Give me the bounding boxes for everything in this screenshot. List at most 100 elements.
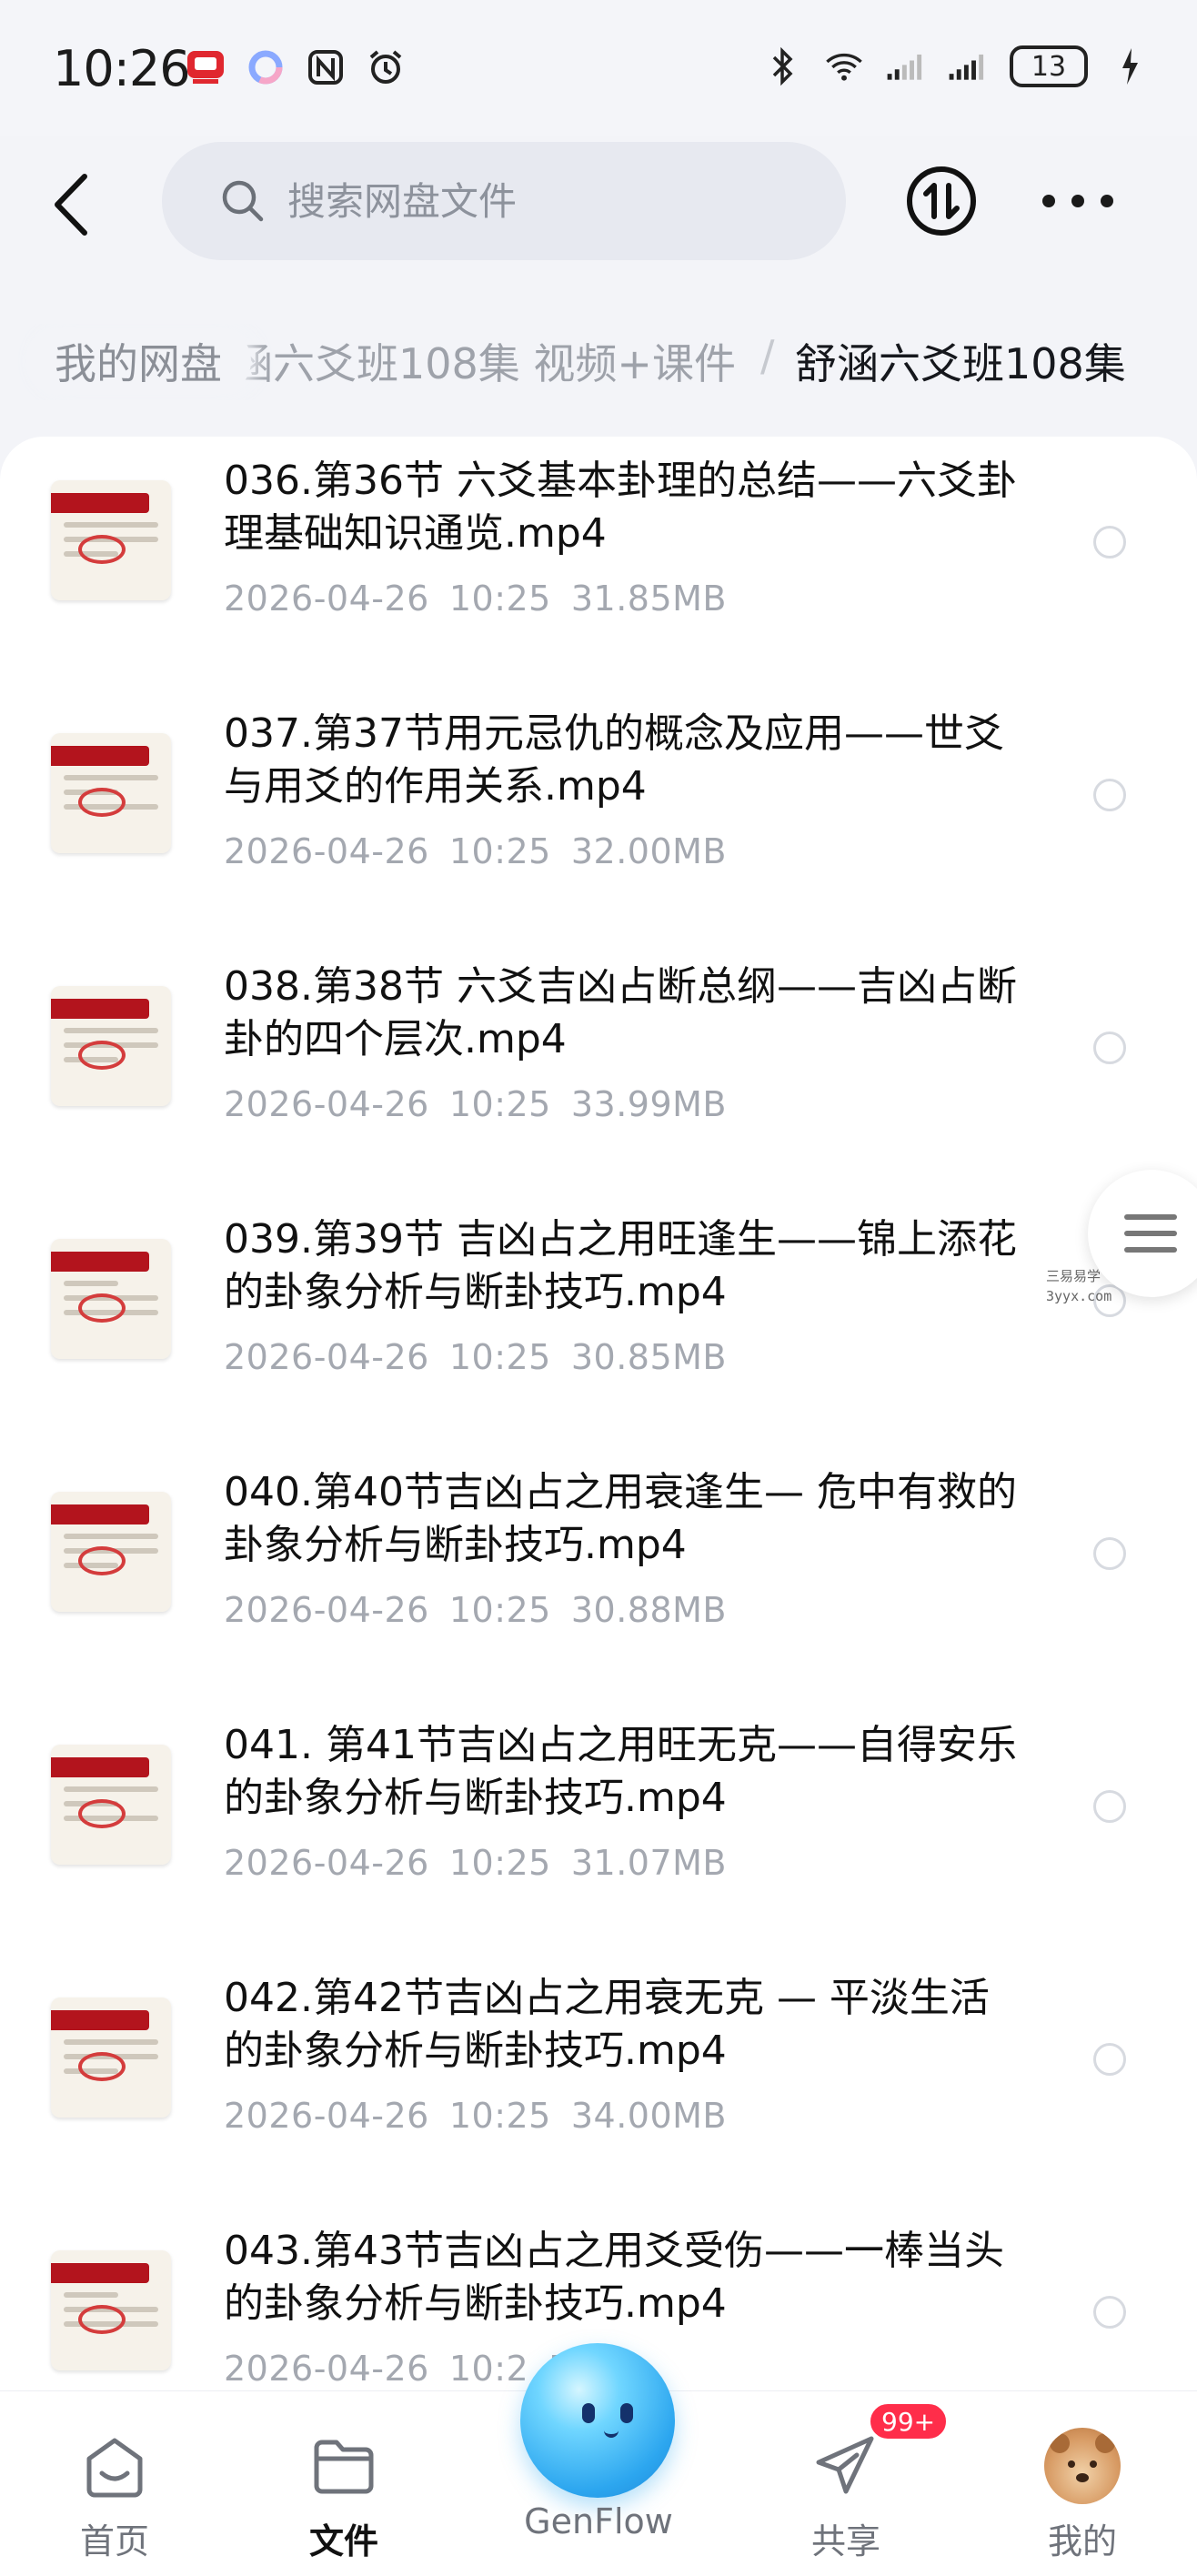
signal-icon (886, 46, 926, 86)
search-icon (222, 180, 264, 222)
select-checkbox[interactable] (1093, 779, 1126, 811)
nav-home[interactable]: 首页 (24, 2428, 206, 2563)
file-time: 10:25 (448, 831, 551, 871)
file-name: 039.第39节 吉凶占之用旺逢生——锦上添花的卦象分析与断卦技巧.mp4 (224, 1216, 1017, 1315)
file-time: 10:25 (448, 2096, 551, 2136)
avatar-icon (1044, 2428, 1121, 2504)
file-row[interactable]: 042.第42节吉凶占之用衰无克 — 平淡生活的卦象分析与断卦技巧.mp4 20… (0, 1954, 1197, 2207)
breadcrumb-root[interactable]: 我的网盘 (25, 327, 251, 395)
video-thumbnail (51, 1492, 171, 1612)
file-size: 34.00MB (570, 2096, 728, 2136)
nav-label: 共享 (810, 2521, 880, 2561)
notification-icons (186, 47, 406, 87)
file-row[interactable]: 036.第36节 六爻基本卦理的总结——六爻卦理基础知识通览.mp4 2026-… (0, 437, 1197, 689)
file-name: 043.第43节吉凶占之用爻受伤——一棒当头的卦象分析与断卦技巧.mp4 (224, 2228, 1004, 2327)
system-icons: 13 (762, 45, 1150, 87)
wifi-icon (824, 46, 864, 86)
nav-share[interactable]: 共享 (755, 2428, 937, 2563)
file-size: 32.00MB (570, 831, 728, 871)
file-meta: 2026-04-26 10:25 30.85MB (224, 1337, 747, 1377)
search-input[interactable] (287, 178, 797, 224)
video-thumbnail (51, 2250, 171, 2370)
file-name: 036.第36节 六爻基本卦理的总结——六爻卦理基础知识通览.mp4 (224, 458, 1017, 557)
battery-icon: 13 (1010, 45, 1088, 87)
file-name: 037.第37节用元忌仇的概念及应用——世爻与用爻的作用关系.mp4 (224, 710, 1004, 810)
file-time: 10:25 (448, 1843, 551, 1883)
file-time: 10:25 (448, 1084, 551, 1124)
video-thumbnail (51, 1239, 171, 1359)
file-date: 2026-04-26 (224, 1590, 429, 1630)
nav-label: 文件 (308, 2521, 378, 2561)
watermark-line: 3yyx.com (1046, 1288, 1112, 1304)
file-date: 2026-04-26 (224, 579, 429, 619)
video-thumbnail (51, 733, 171, 853)
file-date: 2026-04-26 (224, 831, 429, 871)
nav-files[interactable]: 文件 (253, 2428, 435, 2563)
watermark: 三易易学 3yyx.com (1046, 1266, 1112, 1306)
select-checkbox[interactable] (1093, 2296, 1126, 2329)
file-name: 041. 第41节吉凶占之用旺无克——自得安乐的卦象分析与断卦技巧.mp4 (224, 1722, 1017, 1821)
back-arrow-icon (55, 174, 87, 236)
file-date: 2026-04-26 (224, 1084, 429, 1124)
file-row[interactable]: 039.第39节 吉凶占之用旺逢生——锦上添花的卦象分析与断卦技巧.mp4 20… (0, 1195, 1197, 1448)
file-name: 042.第42节吉凶占之用衰无克 — 平淡生活的卦象分析与断卦技巧.mp4 (224, 1975, 990, 2074)
file-size: 31.07MB (570, 1843, 728, 1883)
more-dot (1101, 195, 1113, 207)
breadcrumb-separator: / (760, 331, 775, 380)
file-meta: 2026-04-26 10:25 31.85MB (224, 579, 747, 619)
file-row[interactable]: 038.第38节 六爻吉凶占断总纲——吉凶占断卦的四个层次.mp4 2026-0… (0, 942, 1197, 1195)
menu-lines-icon (1124, 1214, 1177, 1253)
genflow-orb-icon[interactable] (520, 2343, 675, 2498)
select-checkbox[interactable] (1093, 1790, 1126, 1823)
folder-icon (314, 2440, 374, 2494)
file-date: 2026-04-26 (224, 2349, 429, 2389)
file-row[interactable]: 040.第40节吉凶占之用衰逢生— 危中有救的卦象分析与断卦技巧.mp4 202… (0, 1448, 1197, 1701)
video-thumbnail (51, 1997, 171, 2118)
select-checkbox[interactable] (1093, 2043, 1126, 2076)
bluetooth-icon (762, 46, 802, 86)
share-plane-icon (816, 2436, 874, 2494)
transfer-button[interactable] (906, 166, 977, 236)
home-icon (86, 2438, 143, 2498)
file-meta: 2026-04-26 10:25 31.07MB (224, 1843, 747, 1883)
file-name: 038.第38节 六爻吉凶占断总纲——吉凶占断卦的四个层次.mp4 (224, 963, 1017, 1062)
more-dot (1071, 195, 1084, 207)
select-checkbox[interactable] (1093, 1031, 1126, 1064)
file-name: 040.第40节吉凶占之用衰逢生— 危中有救的卦象分析与断卦技巧.mp4 (224, 1469, 1017, 1568)
video-thumbnail (51, 986, 171, 1106)
alarm-icon (366, 47, 406, 87)
more-button[interactable] (1042, 180, 1113, 222)
search-bar[interactable] (162, 142, 846, 260)
file-meta: 2026-04-26 10:25 33.99MB (224, 1084, 747, 1124)
file-time: 10:25 (448, 579, 551, 619)
color-ring-icon (246, 47, 286, 87)
file-time: 10:25 (448, 1590, 551, 1630)
nav-label: 首页 (79, 2521, 149, 2561)
file-size: 30.88MB (570, 1590, 728, 1630)
select-checkbox[interactable] (1093, 526, 1126, 558)
file-size: 30.85MB (570, 1337, 728, 1377)
nav-profile[interactable]: 我的 (991, 2428, 1173, 2563)
signal-icon (948, 46, 988, 86)
status-bar: 10:26 13 (0, 0, 1197, 136)
nav-genflow-label[interactable]: GenFlow (491, 2501, 706, 2541)
video-thumbnail (51, 480, 171, 600)
video-thumbnail (51, 1745, 171, 1865)
file-size: 33.99MB (570, 1084, 728, 1124)
file-meta: 2026-04-26 10:25 32.00MB (224, 831, 747, 871)
share-badge: 99+ (868, 2401, 950, 2441)
nfc-icon (306, 47, 346, 87)
file-date: 2026-04-26 (224, 2096, 429, 2136)
file-row[interactable]: 041. 第41节吉凶占之用旺无克——自得安乐的卦象分析与断卦技巧.mp4 20… (0, 1701, 1197, 1954)
breadcrumb: 我的网盘 涵六爻班108集 视频+课件 / 舒涵六爻班108集 (0, 324, 1197, 400)
back-button[interactable] (40, 164, 104, 246)
watermark-line: 三易易学 (1046, 1268, 1101, 1284)
file-row[interactable]: 037.第37节用元忌仇的概念及应用——世爻与用爻的作用关系.mp4 2026-… (0, 689, 1197, 942)
more-dot (1042, 195, 1055, 207)
clock: 10:26 (53, 40, 191, 97)
file-date: 2026-04-26 (224, 1843, 429, 1883)
select-checkbox[interactable] (1093, 1537, 1126, 1570)
file-date: 2026-04-26 (224, 1337, 429, 1377)
file-list: 036.第36节 六爻基本卦理的总结——六爻卦理基础知识通览.mp4 2026-… (0, 437, 1197, 2392)
breadcrumb-parent[interactable]: 涵六爻班108集 视频+课件 (231, 331, 736, 391)
